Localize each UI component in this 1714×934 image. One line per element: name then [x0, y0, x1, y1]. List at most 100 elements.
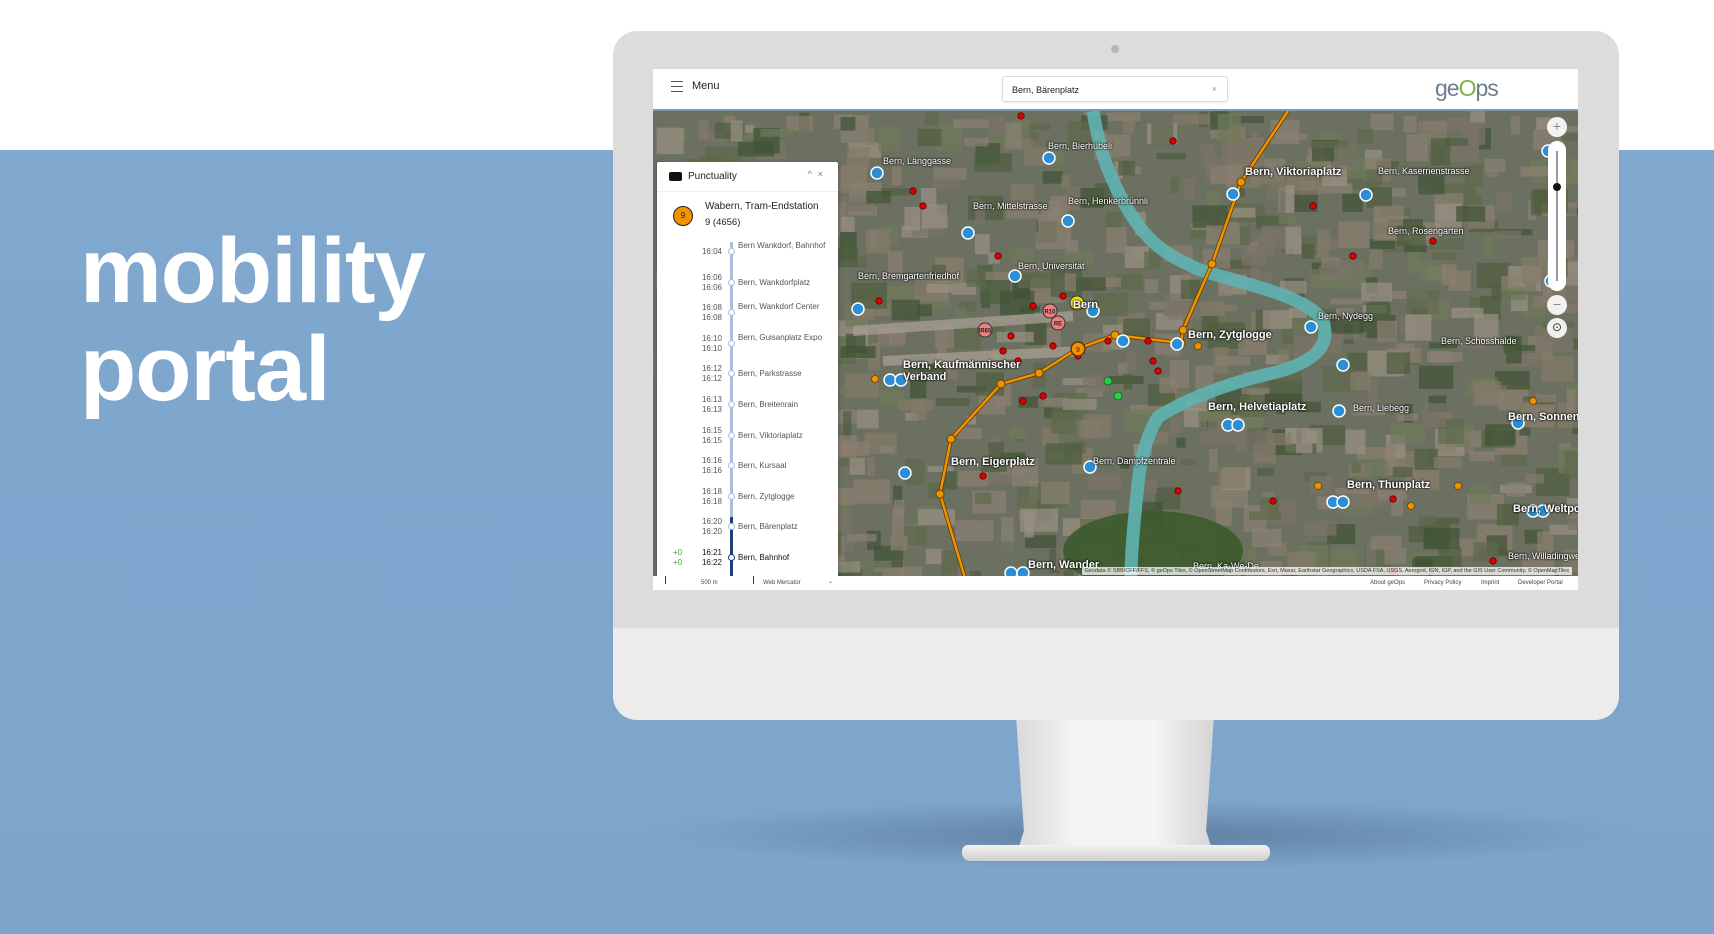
stop-name: Bern, Wankdorfplatz	[738, 277, 811, 287]
link-about[interactable]: About geOps	[1370, 580, 1405, 586]
stop-row[interactable]: 16:12 16:12 Bern, Parkstrasse	[657, 362, 838, 393]
station-icon	[870, 166, 884, 180]
vehicle-tram	[1454, 482, 1462, 490]
stop-times: 16:15 16:15	[701, 425, 722, 445]
vehicle-late	[1059, 292, 1067, 300]
map-label: Bern, Nydegg	[1318, 311, 1374, 321]
stop-times: 16:18 16:18	[701, 486, 722, 506]
map-label: Bern, Willadingweg	[1508, 551, 1578, 561]
stop-row[interactable]: 16:15 16:15 Bern, Viktoriaplatz	[657, 424, 838, 455]
stop-marker	[728, 400, 735, 408]
station-icon	[1061, 214, 1075, 228]
stop-row[interactable]: 16:13 16:13 Bern, Breitenrain	[657, 393, 838, 424]
geops-logo[interactable]: geOps	[1435, 75, 1499, 102]
collapse-button[interactable]: ^	[808, 169, 818, 179]
vehicle-late	[1144, 337, 1152, 345]
headline-line-1: mobility	[80, 220, 426, 322]
selected-vehicle-label: 9	[1076, 347, 1080, 354]
map-label: Bern, Kasernenstrasse	[1378, 166, 1470, 176]
link-imprint[interactable]: Imprint	[1481, 580, 1499, 586]
link-privacy[interactable]: Privacy Policy	[1424, 580, 1461, 586]
station-icon	[1004, 566, 1018, 576]
station-icon	[1170, 337, 1184, 351]
station-icon	[1008, 269, 1022, 283]
map-label: Bern, Kaufmännischer Verband	[903, 359, 1021, 383]
station-icon	[1042, 151, 1056, 165]
route-stop	[935, 489, 945, 499]
map-label: Bern, Rosengarten	[1388, 226, 1464, 236]
panel-title: Punctuality	[688, 171, 737, 182]
chevron-down-icon[interactable]: ⌄	[828, 578, 833, 585]
zoom-slider[interactable]	[1548, 141, 1566, 291]
station-icon	[1116, 334, 1130, 348]
stop-name: Bern, Bärenplatz	[738, 522, 798, 532]
train-badge-label: R10	[1044, 310, 1056, 316]
camera-icon	[1111, 45, 1119, 53]
stop-name: Bern, Wankdorf Center	[738, 302, 820, 312]
station-icon	[883, 373, 897, 387]
zoom-in-button[interactable]: +	[1547, 117, 1567, 137]
map-label: Bern, Bierhübeli	[1048, 141, 1113, 151]
vehicle-late	[1169, 137, 1177, 145]
vehicle-late	[1104, 337, 1112, 345]
station-icon	[851, 302, 865, 316]
locate-icon[interactable]: ⊙	[1547, 318, 1567, 338]
stop-row[interactable]: +0 +0 16:21 16:22 Bern, Bahnhof	[657, 546, 838, 576]
stop-times: 16:08 16:08	[701, 303, 722, 323]
monitor-stand-base	[962, 845, 1270, 861]
station-icon	[1336, 495, 1350, 509]
stop-marker	[728, 278, 735, 286]
stop-marker	[728, 553, 735, 561]
stop-row[interactable]: 16:10 16:10 Bern, Guisanplatz Expo	[657, 332, 838, 363]
stop-marker	[728, 370, 735, 378]
stop-row[interactable]: 16:04 Bern Wankdorf, Bahnhof	[657, 240, 838, 271]
map-label: Bern, Viktoriaplatz	[1245, 166, 1342, 178]
projection-select[interactable]: Web Mercator	[763, 580, 801, 586]
stop-row[interactable]: 16:08 16:08 Bern, Wankdorf Center	[657, 301, 838, 332]
vehicle-late	[1049, 342, 1057, 350]
clear-icon[interactable]: ×	[1212, 84, 1217, 94]
route-stop	[1034, 368, 1044, 378]
stop-row[interactable]: 16:06 16:06 Bern, Wankdorfplatz	[657, 271, 838, 302]
map-footer: 500 m Web Mercator ⌄ About geOps Privacy…	[653, 576, 1578, 590]
zoom-out-button[interactable]: −	[1547, 295, 1567, 315]
station-icon	[1304, 320, 1318, 334]
zoom-controls: + − ⊙	[1546, 117, 1568, 338]
stop-marker	[728, 431, 735, 439]
stop-times: 16:16 16:16	[701, 456, 722, 476]
map-label: Bern, Universität	[1018, 261, 1085, 271]
panel-controls: ^×	[808, 169, 830, 179]
headline: mobility portal	[80, 220, 426, 420]
link-developer-portal[interactable]: Developer Portal	[1518, 580, 1563, 586]
headline-line-2: portal	[80, 318, 331, 420]
vehicle-late	[1029, 302, 1037, 310]
stop-marker	[728, 248, 735, 255]
vehicle-late	[999, 347, 1007, 355]
map-label: Bern, Henkerbrünnli	[1068, 196, 1149, 206]
stop-name: Bern, Viktoriaplatz	[738, 430, 803, 440]
close-button[interactable]: ×	[818, 169, 829, 179]
scale-bar: 500 m	[701, 580, 718, 586]
map-label: Bern, Bremgartenfriedhof	[858, 271, 960, 281]
hamburger-icon	[671, 80, 683, 92]
stop-marker	[728, 492, 735, 500]
stop-row[interactable]: 16:20 16:20 Bern, Bärenplatz	[657, 515, 838, 546]
zoom-slider-handle[interactable]	[1553, 183, 1561, 191]
stop-row[interactable]: 16:18 16:18 Bern, Zytglogge	[657, 485, 838, 516]
vehicle-late	[919, 202, 927, 210]
vehicle-late	[979, 472, 987, 480]
station-icon	[1359, 188, 1373, 202]
map-label: Bern, Mittelstrasse	[973, 201, 1048, 211]
map[interactable]: S8 R10 RE IR65 9 Bern, Länggasse Bern, Bierhü…	[653, 109, 1578, 576]
vehicle-late	[1017, 112, 1025, 120]
vehicle-late	[875, 297, 883, 305]
stop-name: Bern, Zytglogge	[738, 491, 795, 501]
route-stop	[946, 434, 956, 444]
search-input[interactable]: Bern, Bärenplatz ×	[1002, 76, 1228, 102]
menu-button[interactable]: Menu	[671, 80, 720, 92]
map-label: Bern, Zytglogge	[1188, 329, 1272, 341]
route-stop	[1207, 259, 1217, 269]
map-label: Bern, Dampfzentrale	[1093, 456, 1176, 466]
stop-row[interactable]: 16:16 16:16 Bern, Kursaal	[657, 454, 838, 485]
stop-times: 16:06 16:06	[701, 272, 722, 292]
